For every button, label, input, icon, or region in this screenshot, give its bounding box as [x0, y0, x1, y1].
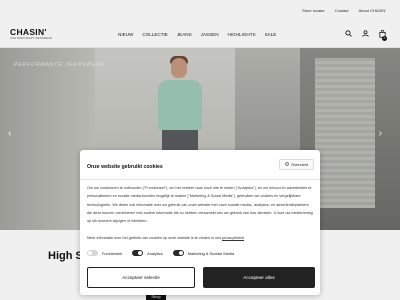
- marketing-switch[interactable]: [172, 250, 184, 256]
- cookie-dialog-header: Onze website gebruikt cookies Overzicht: [80, 150, 320, 180]
- toggle-functional[interactable]: Functioneel: [87, 250, 122, 256]
- analytics-switch[interactable]: [132, 250, 144, 256]
- marketing-label: Marketing & Sociale Media: [187, 250, 234, 256]
- analytics-label: Analytics: [147, 250, 163, 256]
- toggle-marketing[interactable]: Marketing & Sociale Media: [172, 250, 234, 256]
- overview-label: Overzicht: [291, 162, 308, 167]
- cookie-dialog-text: Om uw voorkeuren te onthouden ("Function…: [87, 186, 313, 224]
- more-info-text: Meer informatie over het gebruik van coo…: [87, 236, 222, 240]
- overview-icon: [285, 162, 289, 167]
- toggle-analytics[interactable]: Analytics: [132, 250, 163, 256]
- functional-switch[interactable]: [87, 250, 98, 256]
- consent-toggles: Functioneel Analytics Marketing & Social…: [87, 250, 234, 256]
- page: Store locator Contact About CHASIN' CHAS…: [0, 0, 400, 300]
- accept-selection-button[interactable]: Accepteer selectie: [87, 267, 195, 288]
- cookie-more-info: Meer informatie over het gebruik van coo…: [87, 236, 313, 240]
- cookie-consent-dialog: Onze website gebruikt cookies Overzicht …: [80, 150, 320, 295]
- overview-button[interactable]: Overzicht: [279, 159, 314, 170]
- functional-label: Functioneel: [102, 250, 123, 256]
- privacy-policy-link[interactable]: privacybeleid: [222, 236, 244, 240]
- accept-all-button[interactable]: Accepteer alles: [203, 267, 315, 288]
- cookie-dialog-title: Onze website gebruikt cookies: [87, 164, 163, 170]
